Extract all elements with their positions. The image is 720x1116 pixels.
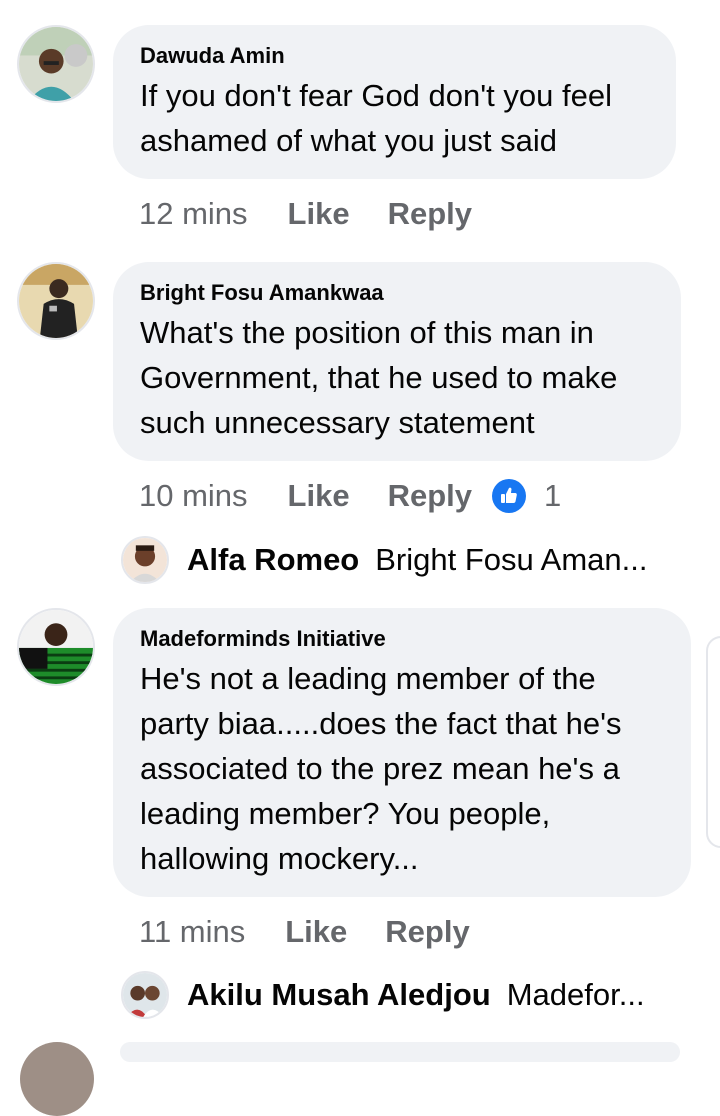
comment-author[interactable]: Madeforminds Initiative <box>140 626 665 652</box>
reaction-summary[interactable]: 1 <box>492 478 561 514</box>
next-comment-bubble <box>120 1042 680 1062</box>
profile-photo-icon <box>19 27 93 101</box>
comment-bubble: Bright Fosu Amankwaa What's the position… <box>113 262 681 461</box>
reply-preview-text: Madefor... <box>506 977 645 1012</box>
comment-timestamp[interactable]: 11 mins <box>139 914 245 950</box>
thumbs-up-icon <box>492 479 526 513</box>
profile-photo-icon <box>123 973 167 1017</box>
like-button[interactable]: Like <box>285 914 347 950</box>
profile-photo-icon <box>19 610 93 684</box>
comment-bubble: Dawuda Amin If you don't fear God don't … <box>113 25 676 179</box>
profile-photo-icon <box>19 264 93 338</box>
comment-bubble: Madeforminds Initiative He's not a leadi… <box>113 608 691 897</box>
comment-timestamp[interactable]: 10 mins <box>139 478 248 514</box>
comment-actions: 12 mins Like Reply <box>139 194 510 234</box>
reply-button[interactable]: Reply <box>388 478 472 514</box>
avatar-alfa-romeo <box>121 536 169 584</box>
reply-author[interactable]: Alfa Romeo <box>187 542 359 578</box>
reply-preview-text: Bright Fosu Aman... <box>375 542 648 577</box>
comment-actions: 10 mins Like Reply 1 <box>139 476 561 516</box>
reply-preview[interactable]: Akilu Musah Aledjou Madefor... <box>121 970 645 1020</box>
like-button[interactable]: Like <box>288 196 350 232</box>
reply-button[interactable]: Reply <box>388 196 472 232</box>
comment-author[interactable]: Dawuda Amin <box>140 43 650 69</box>
comment-actions: 11 mins Like Reply <box>139 912 508 952</box>
overlay-edge <box>706 636 720 848</box>
comment-timestamp[interactable]: 12 mins <box>139 196 248 232</box>
reply-button[interactable]: Reply <box>385 914 469 950</box>
avatar-madeforminds-initiative[interactable] <box>17 608 95 686</box>
reply-preview[interactable]: Alfa Romeo Bright Fosu Aman... <box>121 535 647 585</box>
comment-text: He's not a leading member of the party b… <box>140 661 622 876</box>
avatar-bright-fosu-amankwaa[interactable] <box>17 262 95 340</box>
comment-author[interactable]: Bright Fosu Amankwaa <box>140 280 655 306</box>
profile-photo-icon <box>123 538 167 582</box>
reply-author[interactable]: Akilu Musah Aledjou <box>187 977 491 1013</box>
avatar-akilu-musah-aledjou <box>121 971 169 1019</box>
like-button[interactable]: Like <box>288 478 350 514</box>
comment-text: What's the position of this man in Gover… <box>140 315 618 440</box>
next-comment-avatar <box>20 1042 94 1116</box>
avatar-dawuda-amin[interactable] <box>17 25 95 103</box>
reaction-count: 1 <box>544 478 562 513</box>
comment-text: If you don't fear God don't you feel ash… <box>140 78 612 158</box>
